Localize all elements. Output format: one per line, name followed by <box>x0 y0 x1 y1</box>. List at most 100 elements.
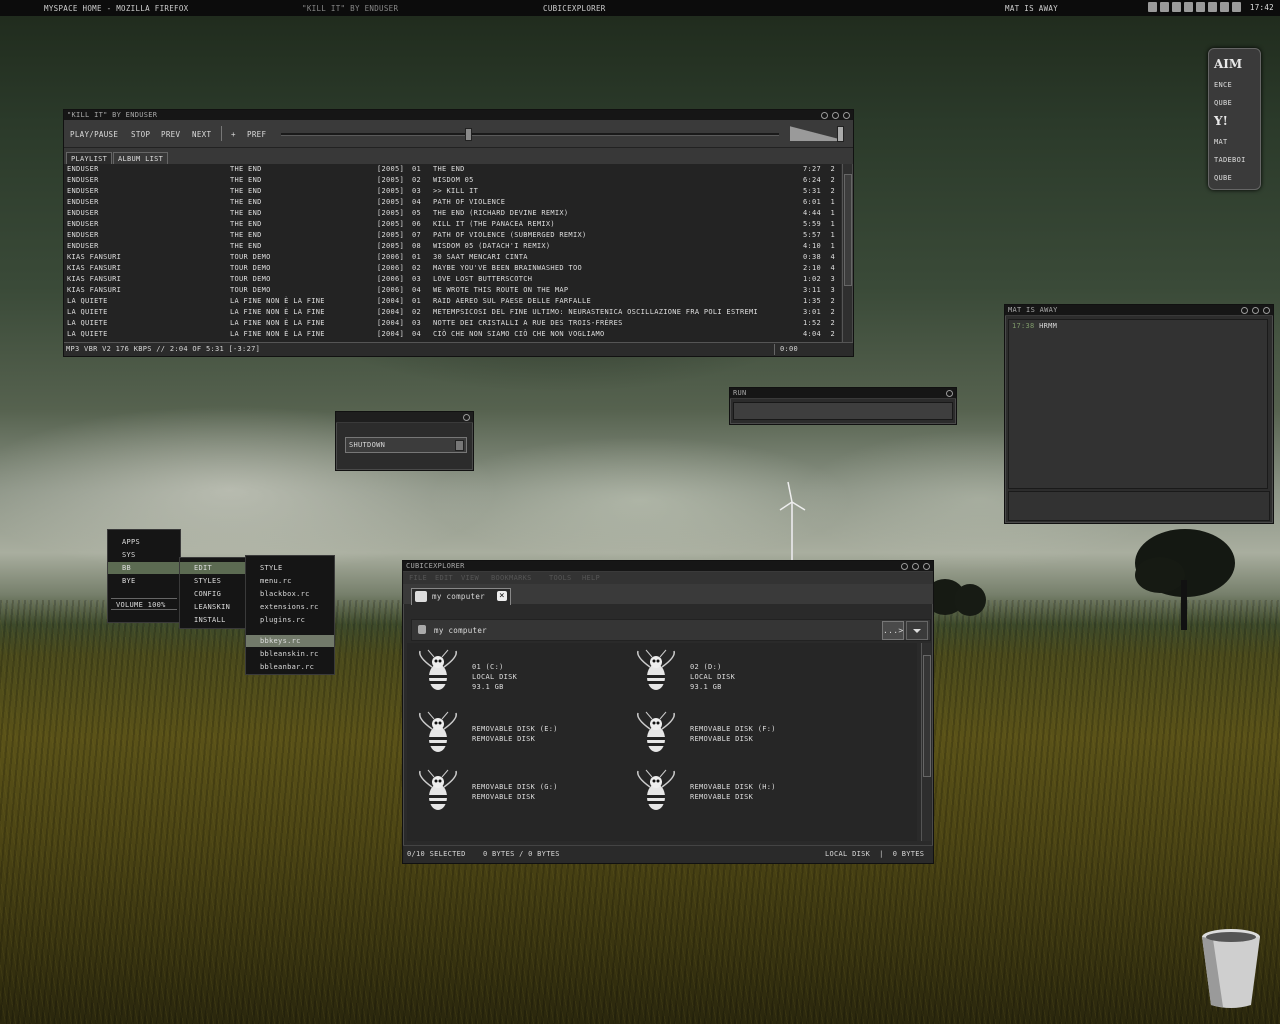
tray-icon[interactable] <box>1159 2 1169 12</box>
chat-input[interactable] <box>1008 491 1270 521</box>
playlist-row[interactable]: Enduser The End [2005] 06 Kill It (The Panac… <box>64 219 841 230</box>
menu-item-sys[interactable]: Sys <box>108 549 180 561</box>
menu-item-leanskin[interactable]: LeanSkin <box>180 601 246 613</box>
playlist-row[interactable]: La Quiete La Fine Non È La Fine [2004] 02 Me… <box>64 307 841 318</box>
playlist-row[interactable]: La Quiete La Fine Non È La Fine [2004] 03 No… <box>64 318 841 329</box>
menu-item-config[interactable]: Config <box>180 588 246 600</box>
maximize-icon[interactable] <box>832 112 839 119</box>
menu-item-bbleanskinrc[interactable]: bbleanskin.rc <box>246 648 334 660</box>
drive-item[interactable]: 01 (C:) Local Disk 93.1 GB <box>411 645 611 695</box>
drive-item[interactable]: Removable Disk (F:) Removable Disk <box>629 707 829 757</box>
menu-item-bye[interactable]: Bye <box>108 575 180 587</box>
window-titlebar[interactable] <box>336 412 473 423</box>
scrollbar-thumb[interactable] <box>844 174 852 286</box>
playlist-scrollbar[interactable] <box>842 164 852 342</box>
playlist-row[interactable]: Enduser The End [2005] 08 Wisdom 05 (Datach'… <box>64 241 841 252</box>
menu-item-bbleanbarrc[interactable]: bbleanbar.rc <box>246 661 334 673</box>
dock-item-yahoo[interactable]: Y! <box>1214 114 1228 128</box>
volume-handle[interactable] <box>837 126 844 142</box>
taskbar-item-firefox[interactable]: Myspace Home - Mozilla Firefox <box>44 4 188 13</box>
playlist-row[interactable]: Enduser The End [2005] 03 >> Kill it 5:31 2 <box>64 186 841 197</box>
taskbar-item-explorer[interactable]: CubicExplorer <box>543 4 606 13</box>
close-icon[interactable] <box>843 112 850 119</box>
menu-item-install[interactable]: Install <box>180 614 246 626</box>
dock-item[interactable]: Mat <box>1214 138 1228 146</box>
playlist-row[interactable]: Kias Fansuri Tour Demo [2006] 01 30 Saat Men… <box>64 252 841 263</box>
window-titlebar[interactable]: Mat is away <box>1005 305 1273 316</box>
minimize-icon[interactable] <box>1241 307 1248 314</box>
close-icon[interactable] <box>463 414 470 421</box>
close-icon[interactable] <box>923 563 930 570</box>
taskbar-item-player[interactable]: "Kill it" by Enduser <box>302 4 398 13</box>
stop-button[interactable]: Stop <box>131 130 150 139</box>
menu-bookmarks[interactable]: Bookmarks <box>491 572 532 584</box>
menu-item-bbkeysrc[interactable]: bbkeys.rc <box>246 635 334 647</box>
menu-item-bb[interactable]: BB <box>108 562 180 574</box>
seek-slider-handle[interactable] <box>464 128 472 141</box>
address-bar[interactable]: My Computer ...> <box>411 619 931 641</box>
volume-slider[interactable] <box>790 126 844 142</box>
playlist-row[interactable]: Kias Fansuri Tour Demo [2006] 03 Love Lost B… <box>64 274 841 285</box>
menu-item-styles[interactable]: Styles <box>180 575 246 587</box>
window-titlebar[interactable]: Run <box>730 388 956 399</box>
tray-icon[interactable] <box>1219 2 1229 12</box>
drive-item[interactable]: Removable Disk (H:) Removable Disk <box>629 765 829 815</box>
tab-my-computer[interactable]: My Computer × <box>411 588 511 605</box>
menu-view[interactable]: View <box>461 572 479 584</box>
tray-icon[interactable] <box>1207 2 1217 12</box>
address-dropdown-button[interactable] <box>906 621 928 640</box>
tray-icon[interactable] <box>1147 2 1157 12</box>
trash-icon[interactable] <box>1199 927 1263 1009</box>
playlist-row[interactable]: Kias Fansuri Tour Demo [2006] 02 Maybe You'v… <box>64 263 841 274</box>
seek-bar[interactable] <box>281 133 779 136</box>
window-titlebar[interactable]: CubicExplorer <box>403 561 933 572</box>
drive-item[interactable]: 02 (D:) Local Disk 93.1 GB <box>629 645 829 695</box>
add-button[interactable]: + <box>231 130 236 139</box>
playlist-row[interactable]: Enduser The End [2005] 07 Path of Violence (… <box>64 230 841 241</box>
taskbar-item-im[interactable]: Mat is away <box>1005 4 1058 13</box>
explorer-scrollbar[interactable] <box>921 643 931 841</box>
minimize-icon[interactable] <box>821 112 828 119</box>
menu-item-blackboxrc[interactable]: blackbox.rc <box>246 588 334 600</box>
menu-item-menurc[interactable]: menu.rc <box>246 575 334 587</box>
run-input[interactable] <box>733 402 953 420</box>
preferences-button[interactable]: Pref <box>247 130 266 139</box>
window-titlebar[interactable]: "Kill it" by Enduser <box>64 110 853 121</box>
menu-item-pluginsrc[interactable]: plugins.rc <box>246 614 334 626</box>
dock-item[interactable]: tadeboi <box>1214 156 1246 164</box>
tray-icon[interactable] <box>1195 2 1205 12</box>
menu-item-extensionsrc[interactable]: extensions.rc <box>246 601 334 613</box>
playlist-row[interactable]: Enduser The End [2005] 02 Wisdom 05 6:24 2 <box>64 175 841 186</box>
close-tab-icon[interactable]: × <box>497 591 507 601</box>
next-button[interactable]: Next <box>192 130 211 139</box>
drive-item[interactable]: Removable Disk (G:) Removable Disk <box>411 765 611 815</box>
menu-help[interactable]: Help <box>582 572 600 584</box>
tray-icon[interactable] <box>1231 2 1241 12</box>
dock-item[interactable]: ence <box>1214 81 1232 89</box>
playlist-row[interactable]: Enduser The End [2005] 04 Path of Violence 6:… <box>64 197 841 208</box>
scrollbar-thumb[interactable] <box>923 655 931 777</box>
minimize-icon[interactable] <box>901 563 908 570</box>
close-icon[interactable] <box>1263 307 1270 314</box>
maximize-icon[interactable] <box>1252 307 1259 314</box>
shutdown-select[interactable]: Shutdown <box>345 437 467 453</box>
playlist-row[interactable]: Kias Fansuri Tour Demo [2006] 04 We Wrote Th… <box>64 285 841 296</box>
menu-edit[interactable]: Edit <box>435 572 453 584</box>
go-button[interactable]: ...> <box>882 621 904 640</box>
playlist-row[interactable]: Enduser The End [2005] 05 The End (Richard D… <box>64 208 841 219</box>
playlist-row[interactable]: La Quiete La Fine Non È La Fine [2004] 01 Ra… <box>64 296 841 307</box>
menu-file[interactable]: File <box>409 572 427 584</box>
playlist-row[interactable]: Enduser The End [2005] 01 The End 7:27 2 <box>64 164 841 175</box>
volume-item[interactable]: Volume 100% <box>111 598 177 610</box>
prev-button[interactable]: Prev <box>161 130 180 139</box>
maximize-icon[interactable] <box>912 563 919 570</box>
tray-icon[interactable] <box>1183 2 1193 12</box>
playlist-row[interactable]: La Quiete La Fine Non È La Fine [2004] 04 Ci… <box>64 329 841 340</box>
menu-tools[interactable]: Tools <box>549 572 572 584</box>
dock-item[interactable]: qube <box>1214 99 1232 107</box>
menu-item-edit[interactable]: Edit <box>180 562 246 574</box>
dock-item-aim[interactable]: AIM <box>1214 57 1242 71</box>
dock-item[interactable]: qube <box>1214 174 1232 182</box>
drive-item[interactable]: Removable Disk (E:) Removable Disk <box>411 707 611 757</box>
play-pause-button[interactable]: Play/Pause <box>70 130 118 139</box>
